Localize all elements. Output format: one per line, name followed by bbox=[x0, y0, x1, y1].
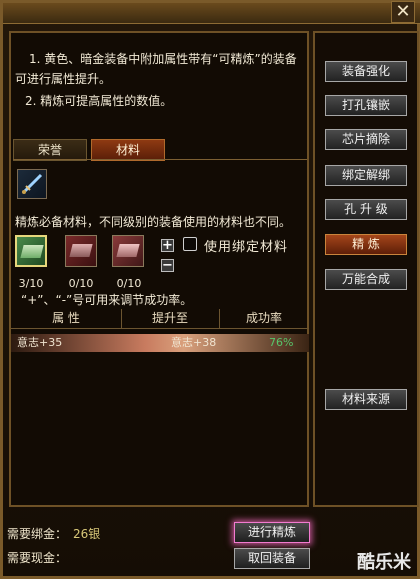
header-attribute: 属 性 bbox=[11, 309, 122, 328]
bind-gold-label: 需要绑金： bbox=[7, 527, 68, 541]
refine-menu-button[interactable]: 精 炼 bbox=[325, 234, 407, 255]
close-icon[interactable]: ✕ bbox=[391, 1, 415, 23]
refine-button[interactable]: 进行精炼 bbox=[234, 522, 310, 543]
refine-panel: 1. 黄色、暗金装备中附加属性带有“可精炼”的装备 可进行属性提升。 2. 精炼… bbox=[9, 31, 309, 507]
header-upgrade: 提升至 bbox=[121, 309, 220, 328]
material-slot-1[interactable] bbox=[15, 235, 47, 267]
material-count-1: 3/10 bbox=[18, 277, 44, 290]
material-count-3: 0/10 bbox=[116, 277, 142, 290]
bind-gold-cost: 需要绑金： 26银 bbox=[7, 525, 100, 542]
description-line-1: 1. 黄色、暗金装备中附加属性带有“可精炼”的装备 bbox=[29, 52, 297, 66]
header-divider bbox=[11, 328, 309, 329]
material-count-2: 0/10 bbox=[68, 277, 94, 290]
tab-divider bbox=[13, 159, 307, 160]
title-bar: ✕ bbox=[3, 1, 420, 24]
enhance-equipment-button[interactable]: 装备强化 bbox=[325, 61, 407, 82]
material-source-button[interactable]: 材料来源 bbox=[325, 389, 407, 410]
socket-inlay-button[interactable]: 打孔镶嵌 bbox=[325, 95, 407, 116]
bind-gold-value: 26银 bbox=[73, 527, 101, 541]
increase-button[interactable]: + bbox=[161, 239, 174, 252]
description-line-3: 2. 精炼可提高属性的数值。 bbox=[25, 94, 173, 108]
row-upgrade: 意志+38 bbox=[171, 336, 217, 349]
side-menu: 装备强化 打孔镶嵌 芯片摘除 绑定解绑 孔 升 级 精 炼 万能合成 材料来源 bbox=[313, 31, 419, 507]
ingot-icon bbox=[116, 244, 140, 257]
attribute-table-header: 属 性 提升至 成功率 bbox=[11, 309, 309, 329]
cash-cost: 需要现金： bbox=[7, 549, 73, 566]
universal-synthesis-button[interactable]: 万能合成 bbox=[325, 269, 407, 290]
row-attribute: 意志+35 bbox=[17, 336, 63, 349]
decrease-button[interactable]: − bbox=[161, 259, 174, 272]
tab-honor[interactable]: 荣誉 bbox=[13, 139, 87, 161]
material-slot-2[interactable] bbox=[65, 235, 97, 267]
description-line-2: 可进行属性提升。 bbox=[15, 72, 112, 86]
tab-bar: 荣誉 材料 bbox=[13, 139, 307, 161]
refine-window: ✕ 1. 黄色、暗金装备中附加属性带有“可精炼”的装备 可进行属性提升。 2. … bbox=[0, 0, 420, 579]
adjust-hint: “+”、“-”号可用来调节成功率。 bbox=[21, 293, 193, 307]
retrieve-equipment-button[interactable]: 取回装备 bbox=[234, 548, 310, 569]
watermark: 酷乐米 bbox=[357, 552, 411, 573]
socket-upgrade-button[interactable]: 孔 升 级 bbox=[325, 199, 407, 220]
tab-materials[interactable]: 材料 bbox=[91, 139, 165, 161]
bind-unbind-button[interactable]: 绑定解绑 bbox=[325, 165, 407, 186]
row-success-rate: 76% bbox=[269, 336, 294, 349]
use-bound-materials-label: 使用绑定材料 bbox=[204, 240, 289, 255]
chip-remove-button[interactable]: 芯片摘除 bbox=[325, 129, 407, 150]
ingot-icon bbox=[69, 244, 93, 257]
cash-label: 需要现金： bbox=[7, 551, 68, 565]
materials-hint: 精炼必备材料，不同级别的装备使用的材料也不同。 bbox=[15, 215, 292, 229]
header-success-rate: 成功率 bbox=[245, 311, 282, 325]
use-bound-materials-checkbox[interactable] bbox=[183, 237, 197, 251]
description: 1. 黄色、暗金装备中附加属性带有“可精炼”的装备 可进行属性提升。 2. 精炼… bbox=[11, 49, 309, 111]
equipment-slot[interactable] bbox=[17, 169, 47, 199]
material-slot-3[interactable] bbox=[112, 235, 144, 267]
ingot-icon bbox=[20, 245, 44, 258]
sword-icon bbox=[21, 173, 43, 195]
table-row[interactable]: 意志+35 意志+38 76% bbox=[11, 334, 309, 352]
